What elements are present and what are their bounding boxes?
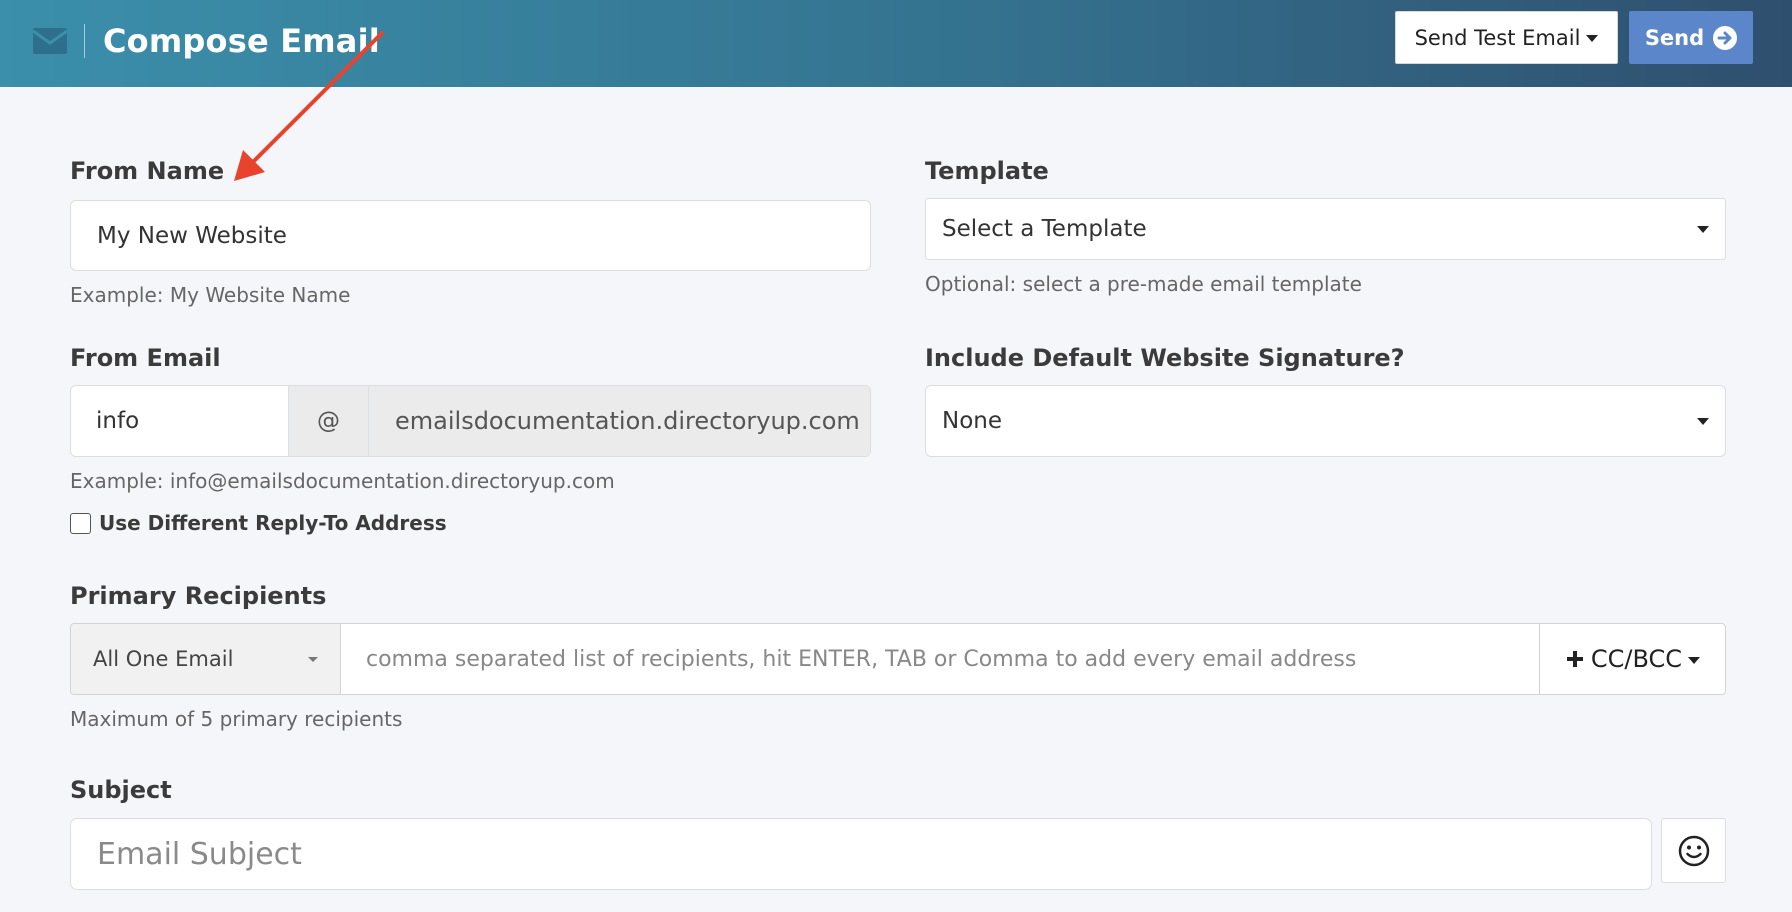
recipient-mode-select[interactable]: All One Email: [71, 624, 341, 694]
chevron-down-icon: [1586, 35, 1599, 42]
signature-select[interactable]: None: [925, 385, 1726, 457]
from-email-domain-addon: emailsdocumentation.directoryup.com: [369, 386, 870, 456]
template-label: Template: [925, 157, 1049, 185]
reply-to-label[interactable]: Use Different Reply-To Address: [99, 511, 447, 535]
primary-recipients-label: Primary Recipients: [70, 582, 327, 610]
at-symbol-addon: @: [289, 386, 369, 456]
template-selected-value: Select a Template: [942, 216, 1147, 242]
send-test-email-button[interactable]: Send Test Email: [1395, 11, 1618, 64]
from-name-label: From Name: [70, 157, 225, 185]
subject-label: Subject: [70, 776, 172, 804]
envelope-icon: [33, 28, 67, 54]
page-title: Compose Email: [103, 22, 380, 60]
from-name-help: Example: My Website Name: [70, 283, 351, 307]
send-test-email-label: Send Test Email: [1414, 25, 1581, 50]
send-label: Send: [1644, 25, 1705, 50]
send-button[interactable]: Send: [1629, 11, 1753, 64]
cc-bcc-button[interactable]: CC/BCC: [1540, 624, 1725, 694]
header-divider: [84, 24, 85, 58]
arrow-circle-right-icon: [1713, 25, 1738, 50]
from-email-help: Example: info@emailsdocumentation.direct…: [70, 469, 615, 493]
emoji-picker-button[interactable]: [1661, 818, 1726, 883]
cc-bcc-label: CC/BCC: [1590, 645, 1683, 673]
subject-input[interactable]: Email Subject: [70, 818, 1652, 890]
chevron-down-icon: [308, 657, 318, 662]
from-email-group: info @ emailsdocumentation.directoryup.c…: [70, 385, 871, 457]
reply-to-row: Use Different Reply-To Address: [70, 511, 447, 535]
reply-to-checkbox[interactable]: [70, 512, 91, 534]
template-help: Optional: select a pre-made email templa…: [925, 272, 1362, 296]
recipient-mode-value: All One Email: [93, 647, 234, 671]
header-bar: Compose Email Send Test Email Send: [0, 0, 1792, 87]
from-email-local-input[interactable]: info: [71, 386, 289, 456]
plus-icon: [1566, 651, 1583, 667]
chevron-down-icon: [1697, 226, 1709, 233]
signature-label: Include Default Website Signature?: [925, 344, 1405, 372]
chevron-down-icon: [1697, 418, 1709, 425]
recipients-help: Maximum of 5 primary recipients: [70, 707, 403, 731]
smiley-icon: [1678, 835, 1709, 866]
chevron-down-icon: [1688, 656, 1701, 664]
signature-selected-value: None: [942, 408, 1003, 434]
recipients-input[interactable]: comma separated list of recipients, hit …: [341, 624, 1540, 694]
template-select[interactable]: Select a Template: [925, 198, 1726, 260]
recipients-group: All One Email comma separated list of re…: [70, 623, 1726, 695]
from-email-label: From Email: [70, 344, 221, 372]
from-name-input[interactable]: My New Website: [70, 200, 871, 271]
